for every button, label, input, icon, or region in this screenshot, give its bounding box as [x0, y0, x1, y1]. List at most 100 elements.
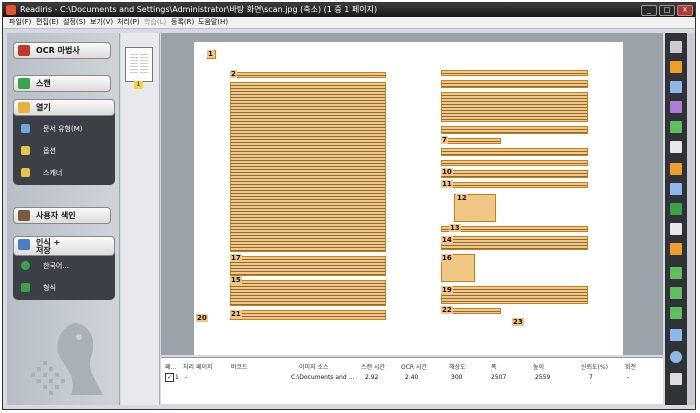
analyze-icon[interactable] — [670, 163, 682, 175]
page-thumbnail[interactable] — [125, 47, 153, 82]
open-button[interactable]: 열기 — [13, 99, 115, 116]
print-icon[interactable] — [670, 373, 682, 385]
cell-resolution: 300 — [451, 374, 463, 381]
zone-3[interactable] — [230, 82, 386, 252]
column-header[interactable]: 바코드 — [231, 362, 248, 371]
menu-process[interactable]: 처리(P) — [117, 17, 140, 28]
column-header[interactable]: 회전 — [625, 362, 636, 371]
minimize-button[interactable]: _ — [641, 5, 657, 16]
column-header[interactable]: 스캔 시간 — [361, 362, 385, 371]
cell-ocr-time: 2.40 — [405, 374, 419, 381]
scan-button[interactable]: 스캔 — [13, 75, 111, 92]
zone-label: 17 — [230, 254, 242, 262]
zone-17[interactable] — [230, 256, 386, 276]
page-icon[interactable] — [670, 243, 682, 255]
format-icon — [21, 283, 30, 292]
document-viewer[interactable]: 1 2 17 15 21 20 7 10 11 12 13 14 16 19 2… — [161, 33, 663, 355]
cell-source: C:\Documents and ... — [291, 374, 355, 381]
menu-view[interactable]: 보기(V) — [90, 17, 113, 28]
column-header[interactable]: 페... — [165, 362, 176, 371]
cell-page: 1 — [175, 374, 179, 381]
menu-register[interactable]: 등록(R) — [171, 17, 194, 28]
format-label: 형식 — [43, 284, 56, 292]
rotate-icon[interactable] — [670, 329, 682, 341]
pointer-icon[interactable] — [670, 41, 682, 53]
eraser-icon[interactable] — [670, 223, 682, 235]
zone-4[interactable] — [441, 80, 588, 88]
zone-label: 23 — [512, 318, 524, 326]
zone-2[interactable] — [230, 72, 386, 78]
table-zone-icon[interactable] — [670, 81, 682, 93]
zone-8[interactable] — [441, 148, 588, 156]
zone-14[interactable] — [441, 236, 588, 250]
language-label: 한국어... — [43, 262, 69, 270]
column-header[interactable]: 해상도 — [449, 362, 466, 371]
vertical-scrollbar[interactable] — [687, 33, 695, 405]
menu-file[interactable]: 파일(F) — [9, 17, 31, 28]
cell-processed: - — [185, 374, 188, 381]
scanner-settings-icon — [21, 168, 30, 177]
close-button[interactable]: X — [677, 5, 693, 16]
user-dictionary-button[interactable]: 사용자 색인 — [13, 207, 111, 224]
folder-icon — [18, 102, 30, 113]
column-header[interactable]: 이미지 소스 — [299, 362, 329, 371]
thumbnail-pane: 1 — [121, 33, 160, 405]
zone-21[interactable] — [230, 310, 386, 320]
scanner-icon — [18, 78, 30, 89]
image-zone-icon[interactable] — [670, 101, 682, 113]
zone-order-icon[interactable] — [670, 183, 682, 195]
menu-learning[interactable]: 학습(L) — [144, 17, 166, 28]
zoom-page-icon[interactable] — [670, 267, 682, 279]
grid-zone-icon[interactable] — [670, 121, 682, 133]
wand-icon — [18, 45, 30, 56]
cell-width: 2507 — [491, 374, 507, 381]
zone-3r[interactable] — [441, 70, 588, 76]
zone-5[interactable] — [441, 92, 588, 122]
column-header[interactable]: OCR 시간 — [401, 362, 427, 371]
zone-15[interactable] — [230, 280, 386, 306]
magnifier-icon[interactable] — [670, 351, 682, 363]
stamp-icon — [18, 210, 30, 221]
globe-icon — [21, 261, 30, 270]
title-bar: Readiris - C:\Documents and Settings\Adm… — [3, 3, 695, 17]
column-header[interactable]: 높이 — [533, 362, 544, 371]
menu-edit[interactable]: 편집(E) — [36, 17, 59, 28]
thumbnail-page-number: 1 — [134, 81, 143, 89]
text-zone-icon[interactable] — [670, 61, 682, 73]
zone-19[interactable] — [441, 286, 588, 304]
scan-label: 스캔 — [36, 79, 51, 88]
pencil-icon[interactable] — [670, 203, 682, 215]
zone-10[interactable] — [441, 170, 588, 178]
row-checkbox[interactable]: ✓ — [165, 373, 174, 382]
barcode-zone-icon[interactable] — [670, 141, 682, 153]
zone-label: 22 — [441, 306, 453, 314]
column-header[interactable]: 신뢰도(%) — [581, 362, 608, 371]
zone-label: 13 — [449, 224, 461, 232]
options-label: 옵션 — [43, 147, 56, 155]
zone-13[interactable] — [441, 226, 588, 232]
ocr-wizard-button[interactable]: OCR 마법사 — [13, 42, 111, 59]
cell-height: 2559 — [535, 374, 551, 381]
zoom-width-icon[interactable] — [670, 287, 682, 299]
column-header[interactable]: 폭 — [491, 362, 497, 371]
column-header[interactable]: 처리 페이지 — [183, 362, 213, 371]
actual-size-icon[interactable] — [670, 307, 682, 319]
options-icon — [21, 146, 30, 155]
menu-settings[interactable]: 설정(S) — [63, 17, 86, 28]
recognize-save-icon — [18, 239, 30, 250]
menu-bar: 파일(F) 편집(E) 설정(S) 보기(V) 처리(P) 학습(L) 등록(R… — [3, 17, 695, 29]
zone-label: 15 — [230, 276, 242, 284]
zone-7[interactable] — [441, 138, 501, 144]
zone-11[interactable] — [441, 182, 588, 188]
recognize-save-label: 인식 + 저장 — [36, 238, 61, 255]
zone-6[interactable] — [441, 126, 588, 134]
menu-help[interactable]: 도움말(H) — [198, 17, 228, 28]
maximize-button[interactable]: □ — [659, 5, 675, 16]
recognize-save-button[interactable]: 인식 + 저장 — [13, 236, 115, 256]
zone-label: 1 — [207, 50, 214, 58]
zone-9[interactable] — [441, 160, 588, 166]
iris-logo-watermark — [31, 323, 103, 395]
cell-rotation: - — [627, 374, 630, 381]
zone-label: 12 — [456, 194, 468, 202]
zone-label: 11 — [441, 180, 453, 188]
